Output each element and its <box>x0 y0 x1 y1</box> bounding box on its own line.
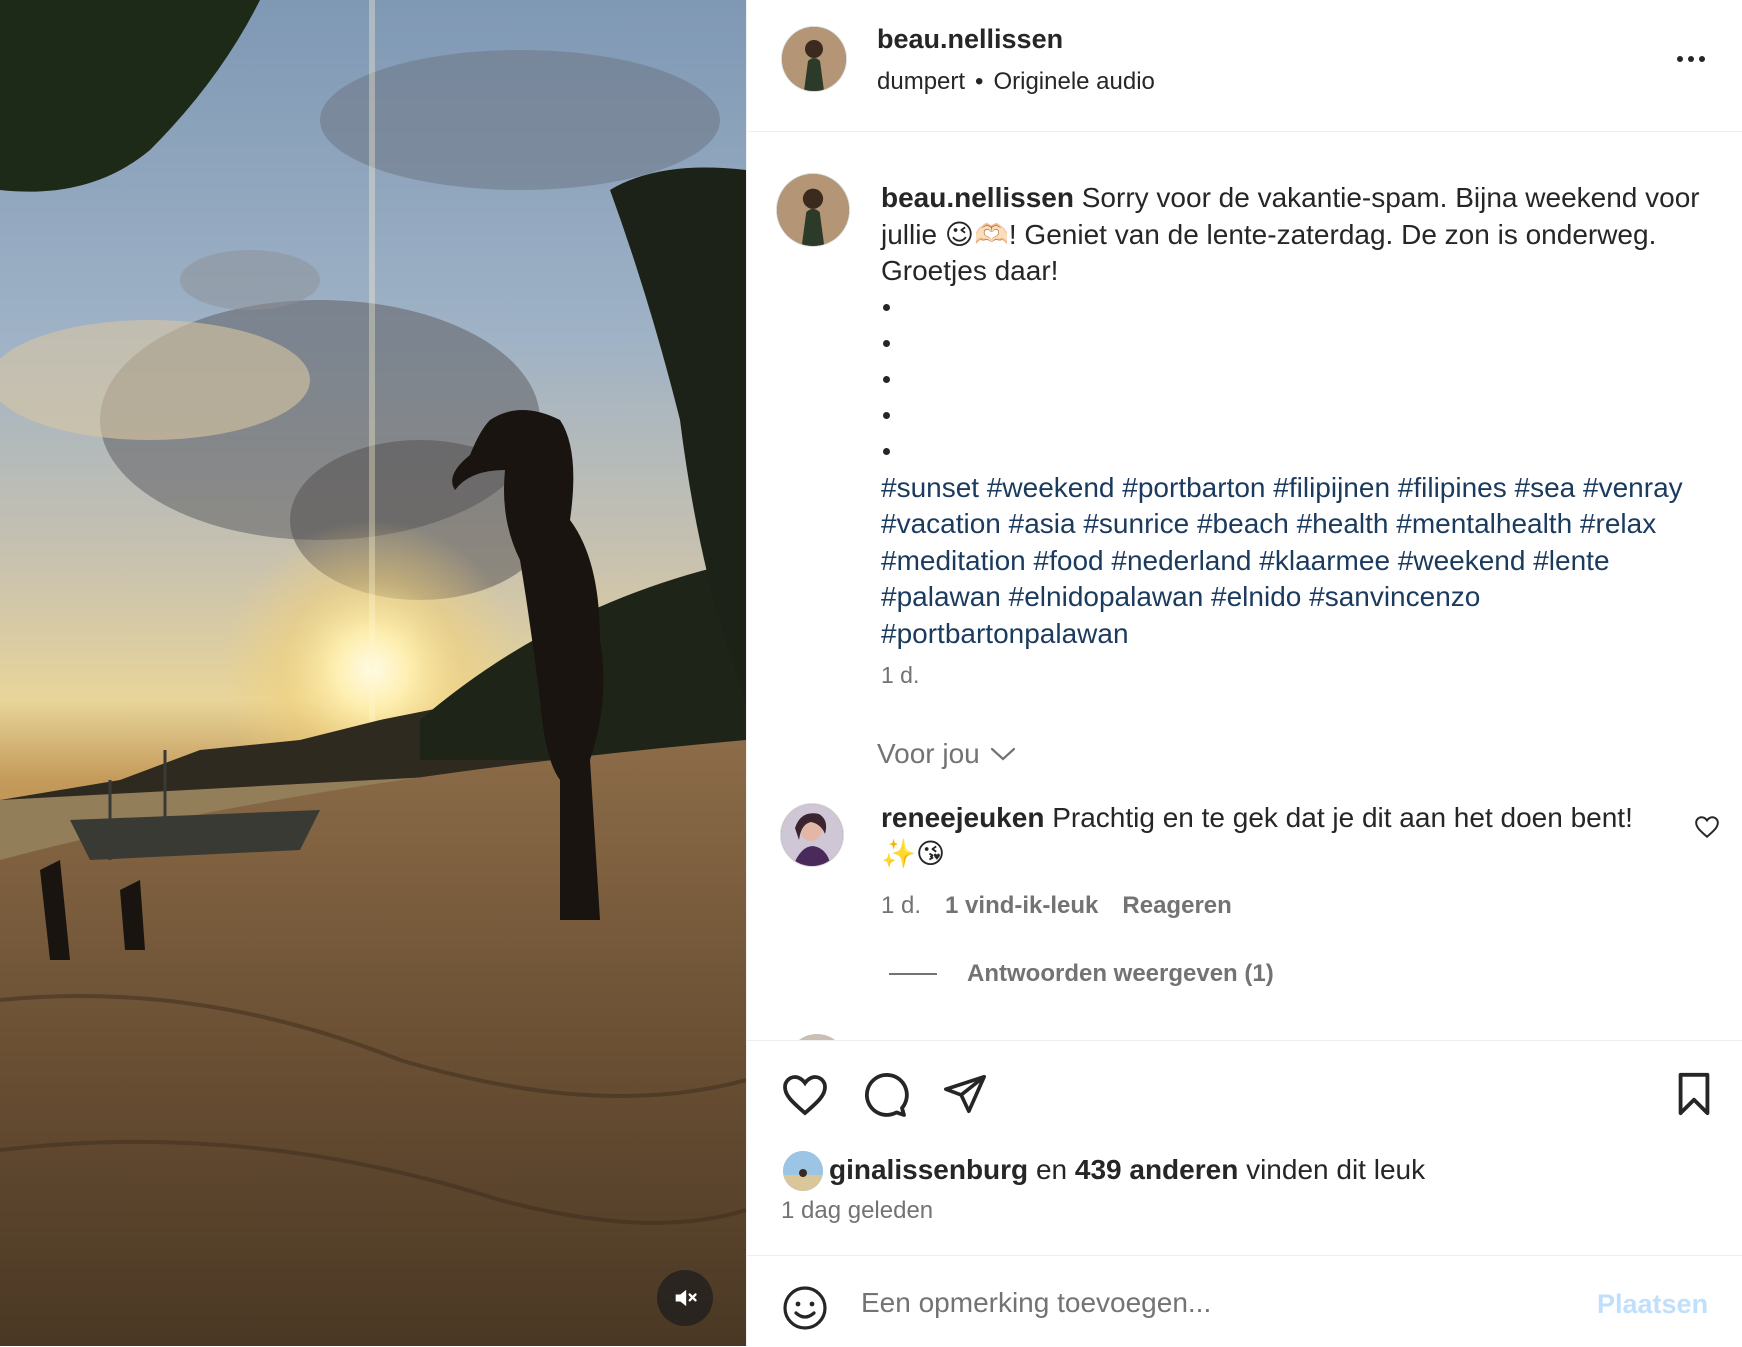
smiley-icon <box>783 1286 827 1330</box>
caption-dot <box>881 362 1721 398</box>
chevron-down-icon <box>990 747 1015 761</box>
profile-photo <box>777 174 849 246</box>
filter-label: Voor jou <box>877 738 980 769</box>
post-video[interactable] <box>0 0 746 1346</box>
comment-likes[interactable]: 1 vind-ik-leuk <box>945 892 1098 920</box>
reply-button[interactable]: Reageren <box>1122 892 1231 920</box>
likes-connector: en <box>1035 1154 1068 1185</box>
avatar[interactable] <box>777 174 849 246</box>
comment-button[interactable] <box>861 1071 909 1124</box>
view-replies-label: Antwoorden weergeven (1) <box>967 960 1274 987</box>
post-details-panel: beau.nellissen dumpert • Originele audio… <box>746 0 1742 1346</box>
caption-username[interactable]: beau.nellissen <box>881 182 1074 213</box>
sunset-beach-image <box>0 0 746 1346</box>
comment-like-button[interactable] <box>1694 815 1720 844</box>
avatar[interactable] <box>782 27 846 91</box>
paper-plane-icon <box>944 1074 986 1114</box>
comment-meta: 1 d. 1 vind-ik-leuk Reageren <box>881 892 1232 920</box>
mute-button[interactable] <box>657 1270 713 1326</box>
more-horizontal-icon <box>1677 56 1683 62</box>
separator: • <box>975 68 984 95</box>
liker-photo <box>783 1151 823 1191</box>
like-button[interactable] <box>781 1073 829 1122</box>
caption-dot <box>881 290 1721 326</box>
save-button[interactable] <box>1673 1071 1715 1122</box>
share-button[interactable] <box>941 1071 989 1122</box>
comment: reneejeuken Prachtig en te gek dat je di… <box>881 800 1671 872</box>
likes-count[interactable]: 439 anderen <box>1075 1154 1238 1185</box>
comment-username[interactable]: reneejeuken <box>881 802 1044 833</box>
header-username[interactable]: beau.nellissen <box>877 24 1063 55</box>
post-comment-button[interactable]: Plaatsen <box>1597 1289 1708 1320</box>
action-bar: ginalissenburg en 439 anderen vinden dit… <box>747 1040 1742 1256</box>
heart-icon <box>783 1075 827 1116</box>
speaker-muted-icon <box>675 1289 697 1307</box>
more-options-button[interactable] <box>1669 44 1713 74</box>
view-replies-button[interactable]: Antwoorden weergeven (1) <box>889 960 1274 988</box>
bookmark-icon <box>1678 1072 1710 1116</box>
profile-photo <box>782 27 846 91</box>
speech-bubble-icon <box>864 1073 909 1117</box>
likes-suffix: vinden dit leuk <box>1246 1154 1426 1185</box>
post-timestamp: 1 dag geleden <box>781 1197 934 1224</box>
liker-username[interactable]: ginalissenburg <box>829 1154 1028 1185</box>
audio-title[interactable]: Originele audio <box>993 68 1154 96</box>
caption-timestamp: 1 d. <box>881 662 920 688</box>
comment-composer: Plaatsen <box>747 1255 1742 1347</box>
emoji-button[interactable] <box>781 1284 829 1337</box>
avatar[interactable] <box>783 1151 823 1191</box>
audio-artist[interactable]: dumpert <box>877 68 965 96</box>
comment-filter-dropdown[interactable]: Voor jou <box>877 738 1016 770</box>
comment-input[interactable] <box>859 1278 1563 1328</box>
caption-hashtags[interactable]: #sunset #weekend #portbarton #filipijnen… <box>881 470 1721 653</box>
audio-info: dumpert • Originele audio <box>877 68 1155 96</box>
commenter-photo <box>781 804 843 866</box>
post-header: beau.nellissen dumpert • Originele audio <box>747 0 1742 132</box>
divider <box>889 973 937 975</box>
likes-summary: ginalissenburg en 439 anderen vinden dit… <box>829 1154 1425 1186</box>
comments-section[interactable]: beau.nellissen Sorry voor de vakantie-sp… <box>747 132 1742 1040</box>
avatar[interactable] <box>781 804 843 866</box>
caption-dot <box>881 326 1721 362</box>
heart-icon <box>1695 816 1719 839</box>
post-caption: beau.nellissen Sorry voor de vakantie-sp… <box>881 180 1721 652</box>
caption-dot <box>881 434 1721 470</box>
comment-timestamp: 1 d. <box>881 892 922 919</box>
caption-dot <box>881 398 1721 434</box>
